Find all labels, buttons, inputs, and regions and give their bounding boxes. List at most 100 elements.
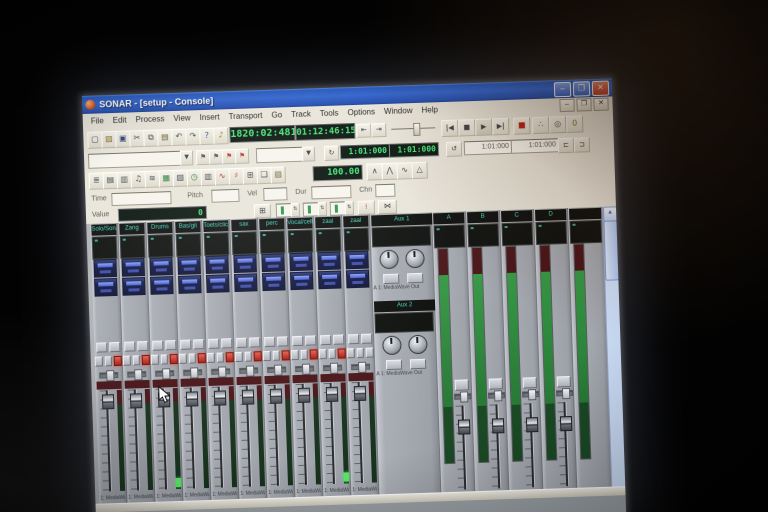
channel-output-label[interactable]: 1: MediaWave Out [296,487,321,496]
marker-flag-icon[interactable]: ⚑ [235,148,249,163]
pan-slider[interactable] [351,364,370,371]
envelope-shape-icon[interactable]: △ [411,162,428,180]
pan-thumb[interactable] [329,363,337,374]
stereo-button[interactable] [277,336,288,346]
pan-slider[interactable] [99,372,118,379]
solo-button[interactable] [244,352,252,362]
menu-item-tools[interactable]: Tools [316,107,343,119]
mute-button[interactable] [319,349,327,359]
pan-thumb[interactable] [106,370,114,381]
phase-button[interactable] [180,340,191,350]
loop-thru-field[interactable]: 1:01:000 [511,138,559,154]
channel-output-label[interactable]: 1: MediaWave Out [240,489,265,498]
stereo-button[interactable] [165,340,176,350]
pan-thumb[interactable] [357,362,365,373]
loop-view-icon[interactable]: ▨ [270,166,286,183]
solo-button[interactable] [272,351,280,361]
channel-output-label[interactable]: 1: MediaWave Out [128,493,153,502]
aux-pan-knob[interactable] [379,250,399,270]
arm-button[interactable] [114,356,122,366]
pan-thumb[interactable] [190,367,198,378]
volume-fader[interactable] [354,386,366,401]
aux-output-label[interactable]: A 1: MediaWave Out [373,282,434,293]
snap-grid-button[interactable]: ⊞ [254,204,271,219]
pan-slider[interactable] [295,365,314,372]
mute-button[interactable] [123,356,131,366]
arm-button[interactable] [366,347,374,357]
channel-output-label[interactable]: 1: MediaWave Out [212,490,237,499]
menu-item-help[interactable]: Help [417,104,442,116]
solo-button[interactable] [328,349,336,359]
effects-send-slot[interactable] [178,275,202,294]
aux-name[interactable]: Aux 1 [371,213,432,226]
bus-volume-fader[interactable] [560,416,572,431]
solo-button[interactable] [104,356,112,366]
phase-button[interactable] [152,340,163,350]
play-button[interactable]: ▶ [475,118,493,136]
spinner[interactable]: ⇅ [291,203,300,217]
menu-item-file[interactable]: File [87,115,108,127]
effects-send-slot[interactable] [94,278,118,297]
pan-thumb[interactable] [493,390,501,401]
minimize-button[interactable]: – [554,81,571,97]
scrollbar-thumb[interactable] [603,220,619,280]
phase-button[interactable] [292,336,303,346]
channel-output-label[interactable]: 1: MediaWave Out [352,485,377,494]
channel-name[interactable]: Toets/click [203,220,228,232]
bus-name[interactable]: D [535,209,566,221]
bus-volume-fader[interactable] [492,418,504,433]
mdi-minimize-button[interactable]: – [559,99,574,112]
mdi-close-button[interactable]: ✕ [593,98,608,111]
menu-item-go[interactable]: Go [267,109,286,121]
channel-name[interactable]: perc [259,218,284,230]
stereo-button[interactable] [333,334,344,344]
volume-fader[interactable] [102,394,114,409]
aux-level-knob[interactable] [405,249,425,269]
meter-mode-button[interactable]: ⁞ [358,200,375,215]
pan-thumb[interactable] [218,366,226,377]
channel-output-label[interactable]: 1: MediaWave Out [156,492,181,501]
bus-pan-slider[interactable] [556,390,573,397]
aux-name[interactable]: Aux 2 [374,299,435,312]
envelope-shape-icon[interactable]: ∿ [396,162,413,180]
solo-button[interactable] [300,350,308,360]
snap-combo-arrow[interactable]: ▼ [302,146,315,161]
menu-item-transport[interactable]: Transport [224,110,266,122]
pan-slider[interactable] [239,367,258,374]
phase-button[interactable] [236,338,247,348]
dur-field[interactable] [311,185,351,199]
channel-name[interactable]: zaal [315,217,340,229]
menu-item-edit[interactable]: Edit [109,114,131,126]
effects-send-slot[interactable] [149,257,173,276]
menu-item-window[interactable]: Window [380,105,417,117]
effects-send-slot[interactable] [317,252,341,271]
channel-name[interactable]: Zang [119,223,144,235]
mute-button[interactable] [95,356,103,366]
audio-engine-icon[interactable]: 0 [566,115,584,133]
pan-thumb[interactable] [134,369,142,380]
aux-enable-button[interactable] [407,273,423,284]
effects-send-slot[interactable] [205,255,229,274]
volume-fader[interactable] [214,390,226,405]
mute-button[interactable] [291,350,299,360]
bus-volume-fader[interactable] [526,417,538,432]
bus-pan-slider[interactable] [454,393,471,400]
volume-fader[interactable] [242,389,254,404]
pan-thumb[interactable] [561,388,569,399]
arm-button[interactable] [198,353,206,363]
envelope-shape-icon[interactable]: ∧ [366,163,383,181]
position-slider-thumb[interactable] [413,123,420,136]
meter-settings-button[interactable]: ⋈ [378,200,397,215]
menu-item-options[interactable]: Options [343,106,379,118]
effects-send-slot[interactable] [206,274,230,293]
effects-send-slot[interactable] [177,256,201,275]
bus-mute-button[interactable] [523,377,537,388]
restore-button[interactable]: ❐ [573,81,590,97]
phase-button[interactable] [96,342,107,352]
pan-slider[interactable] [183,369,202,376]
pan-slider[interactable] [211,368,230,375]
cd-icon[interactable]: ◎ [549,116,567,134]
time-field[interactable] [111,191,171,206]
aux-mute-button[interactable] [385,360,401,371]
channel-name[interactable]: Solo/Sona [91,224,116,236]
